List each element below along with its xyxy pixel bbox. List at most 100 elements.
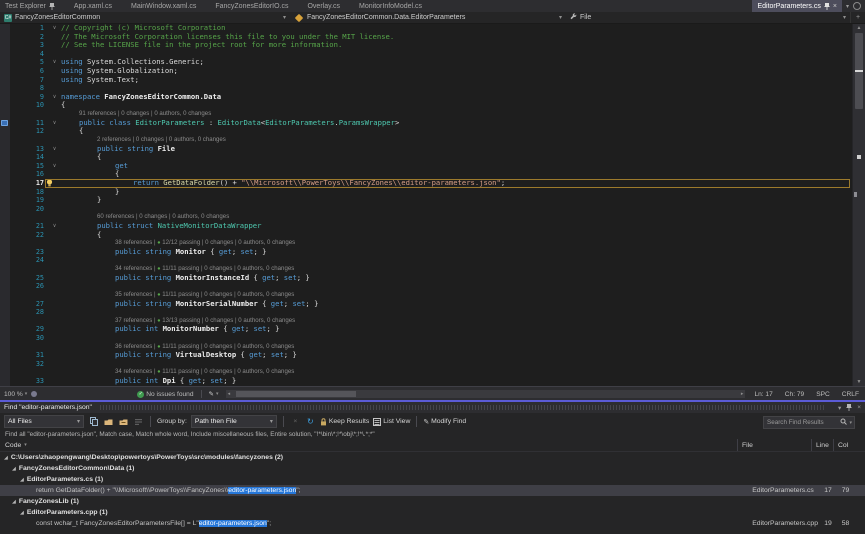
code-line-30[interactable]: 30 — [0, 334, 853, 343]
code-line-28[interactable]: 28 — [0, 308, 853, 317]
bookmark-icon[interactable] — [1, 120, 8, 126]
code-filter-dropdown[interactable]: Code ▾ — [0, 442, 737, 449]
codelens-row[interactable]: 91 references | 0 changes | 0 authors, 0… — [0, 110, 853, 119]
window-options-icon[interactable] — [853, 2, 861, 10]
fold-marker-icon[interactable]: ∨ — [48, 24, 61, 33]
document-health-icon[interactable] — [31, 391, 37, 397]
clear-results-icon[interactable]: × — [290, 416, 301, 427]
zoom-control[interactable]: 100 % ▾ — [0, 391, 31, 398]
close-icon[interactable]: × — [833, 3, 837, 10]
keep-results-toggle[interactable]: Keep Results — [320, 418, 369, 426]
code-line-22[interactable]: 22{ — [0, 231, 853, 240]
copy-results-icon[interactable] — [88, 416, 99, 427]
tab-mainwindow-xaml-cs[interactable]: MainWindow.xaml.cs — [126, 0, 201, 12]
expander-icon[interactable]: ◢ — [12, 499, 16, 505]
fold-marker-icon[interactable]: ∨ — [48, 119, 61, 128]
find-result-group[interactable]: ◢EditorParameters.cs (1) — [0, 474, 865, 485]
code-line-17[interactable]: 17return GetDataFolder() + "\\Microsoft\… — [0, 179, 853, 188]
code-line-6[interactable]: 6using System.Globalization; — [0, 67, 853, 76]
column-header-file[interactable]: File — [737, 439, 811, 451]
code-line-18[interactable]: 18} — [0, 188, 853, 197]
code-line-5[interactable]: 5∨using System.Collections.Generic; — [0, 58, 853, 67]
code-line-15[interactable]: 15∨get — [0, 162, 853, 171]
pin-icon[interactable] — [49, 3, 55, 10]
pin-icon[interactable] — [824, 3, 830, 10]
code-cleanup-button[interactable]: ✎ ▾ — [205, 390, 223, 398]
project-dropdown[interactable]: C# FancyZonesEditorCommon ▾ — [0, 12, 290, 23]
scroll-up-icon[interactable]: ▲ — [853, 24, 865, 32]
column-header-col[interactable]: Col — [833, 439, 862, 451]
modify-find-button[interactable]: ✎ Modify Find — [423, 418, 466, 426]
window-position-icon[interactable]: ▾ — [838, 404, 841, 412]
code-line-11[interactable]: 11∨public class EditorParameters : Edito… — [0, 119, 853, 128]
tab-monitorinfomodel-cs[interactable]: MonitorInfoModel.cs — [354, 0, 427, 12]
code-line-32[interactable]: 32 — [0, 360, 853, 369]
type-dropdown[interactable]: FancyZonesEditorCommon.Data.EditorParame… — [290, 12, 566, 23]
code-line-9[interactable]: 9∨namespace FancyZonesEditorCommon.Data — [0, 93, 853, 102]
find-result-group[interactable]: ◢FancyZonesEditorCommon\Data (1) — [0, 463, 865, 474]
code-line-14[interactable]: 14{ — [0, 153, 853, 162]
close-icon[interactable]: × — [857, 404, 861, 411]
scroll-down-icon[interactable]: ▼ — [853, 378, 865, 386]
code-line-10[interactable]: 10{ — [0, 101, 853, 110]
expander-icon[interactable]: ◢ — [4, 455, 8, 461]
code-line-13[interactable]: 13∨public string File — [0, 145, 853, 154]
fold-marker-icon[interactable]: ∨ — [48, 58, 61, 67]
code-line-23[interactable]: 23public string Monitor { get; set; } — [0, 248, 853, 257]
codelens-row[interactable]: 37 references | ● 13/13 passing | 0 chan… — [0, 317, 853, 326]
pin-icon[interactable] — [846, 404, 852, 411]
expand-all-icon[interactable] — [103, 416, 114, 427]
fold-marker-icon[interactable]: ∨ — [48, 145, 61, 154]
scope-dropdown[interactable]: All Files ▾ — [4, 415, 84, 428]
collapse-all-icon[interactable] — [118, 416, 129, 427]
code-line-33[interactable]: 33public int Dpi { get; set; } — [0, 377, 853, 386]
code-line-26[interactable]: 26 — [0, 282, 853, 291]
hscrollbar-thumb[interactable] — [236, 391, 356, 397]
codelens-row[interactable]: 60 references | 0 changes | 0 authors, 0… — [0, 213, 853, 222]
code-line-7[interactable]: 7using System.Text; — [0, 76, 853, 85]
panel-title-bar[interactable]: Find "editor-parameters.json" ▾ × — [0, 402, 865, 413]
fold-marker-icon[interactable]: ∨ — [48, 93, 61, 102]
tab-fancyzoneseditorio-cs[interactable]: FancyZonesEditorIO.cs — [210, 0, 293, 12]
issues-indicator[interactable]: ✓ No issues found — [133, 391, 197, 398]
codelens-row[interactable]: 35 references | ● 11/11 passing | 0 chan… — [0, 291, 853, 300]
line-ending-indicator[interactable]: CRLF — [836, 391, 865, 398]
expander-icon[interactable]: ◢ — [20, 510, 24, 516]
code-line-20[interactable]: 20 — [0, 205, 853, 214]
search-input[interactable] — [764, 419, 840, 426]
code-line-2[interactable]: 2// The Microsoft Corporation licenses t… — [0, 33, 853, 42]
search-icon[interactable] — [840, 418, 849, 427]
code-line-29[interactable]: 29public int MonitorNumber { get; set; } — [0, 325, 853, 334]
codelens-row[interactable]: 38 references | ● 12/12 passing | 0 chan… — [0, 239, 853, 248]
find-result-group[interactable]: ◢EditorParameters.cpp (1) — [0, 507, 865, 518]
find-result-group[interactable]: ◢C:\Users\zhaopengwang\Desktop\powertoys… — [0, 452, 865, 463]
codelens-row[interactable]: 2 references | 0 changes | 0 authors, 0 … — [0, 136, 853, 145]
tab-test-explorer[interactable]: Test Explorer — [0, 0, 60, 12]
scroll-left-icon[interactable]: ◂ — [228, 391, 231, 397]
member-dropdown[interactable]: File ▾ — [566, 12, 850, 23]
split-window-button[interactable]: + — [850, 12, 865, 23]
code-line-4[interactable]: 4 — [0, 50, 853, 59]
tab-overlay-cs[interactable]: Overlay.cs — [302, 0, 345, 12]
codelens-row[interactable]: 34 references | ● 11/11 passing | 0 chan… — [0, 265, 853, 274]
codelens-row[interactable]: 36 references | ● 11/11 passing | 0 chan… — [0, 343, 853, 352]
code-line-12[interactable]: 12{ — [0, 127, 853, 136]
preserve-results-icon[interactable] — [133, 416, 144, 427]
code-line-19[interactable]: 19} — [0, 196, 853, 205]
code-line-27[interactable]: 27public string MonitorSerialNumber { ge… — [0, 300, 853, 309]
group-by-dropdown[interactable]: Path then File ▾ — [191, 415, 277, 428]
chevron-down-icon[interactable]: ▾ — [849, 420, 854, 426]
search-results-box[interactable]: ▾ — [763, 416, 855, 429]
spaces-indicator[interactable]: SPC — [810, 391, 836, 398]
code-line-24[interactable]: 24 — [0, 256, 853, 265]
code-line-21[interactable]: 21∨public struct NativeMonitorDataWrappe… — [0, 222, 853, 231]
code-line-3[interactable]: 3// See the LICENSE file in the project … — [0, 41, 853, 50]
tab-editorparameters-cs[interactable]: EditorParameters.cs × — [752, 0, 842, 12]
fold-marker-icon[interactable]: ∨ — [48, 162, 61, 171]
expander-icon[interactable]: ◢ — [12, 466, 16, 472]
scroll-right-icon[interactable]: ▸ — [741, 391, 744, 397]
code-line-8[interactable]: 8 — [0, 84, 853, 93]
codelens-row[interactable]: 34 references | ● 11/11 passing | 0 chan… — [0, 368, 853, 377]
tab-app-xaml-cs[interactable]: App.xaml.cs — [69, 0, 117, 12]
code-line-31[interactable]: 31public string VirtualDesktop { get; se… — [0, 351, 853, 360]
